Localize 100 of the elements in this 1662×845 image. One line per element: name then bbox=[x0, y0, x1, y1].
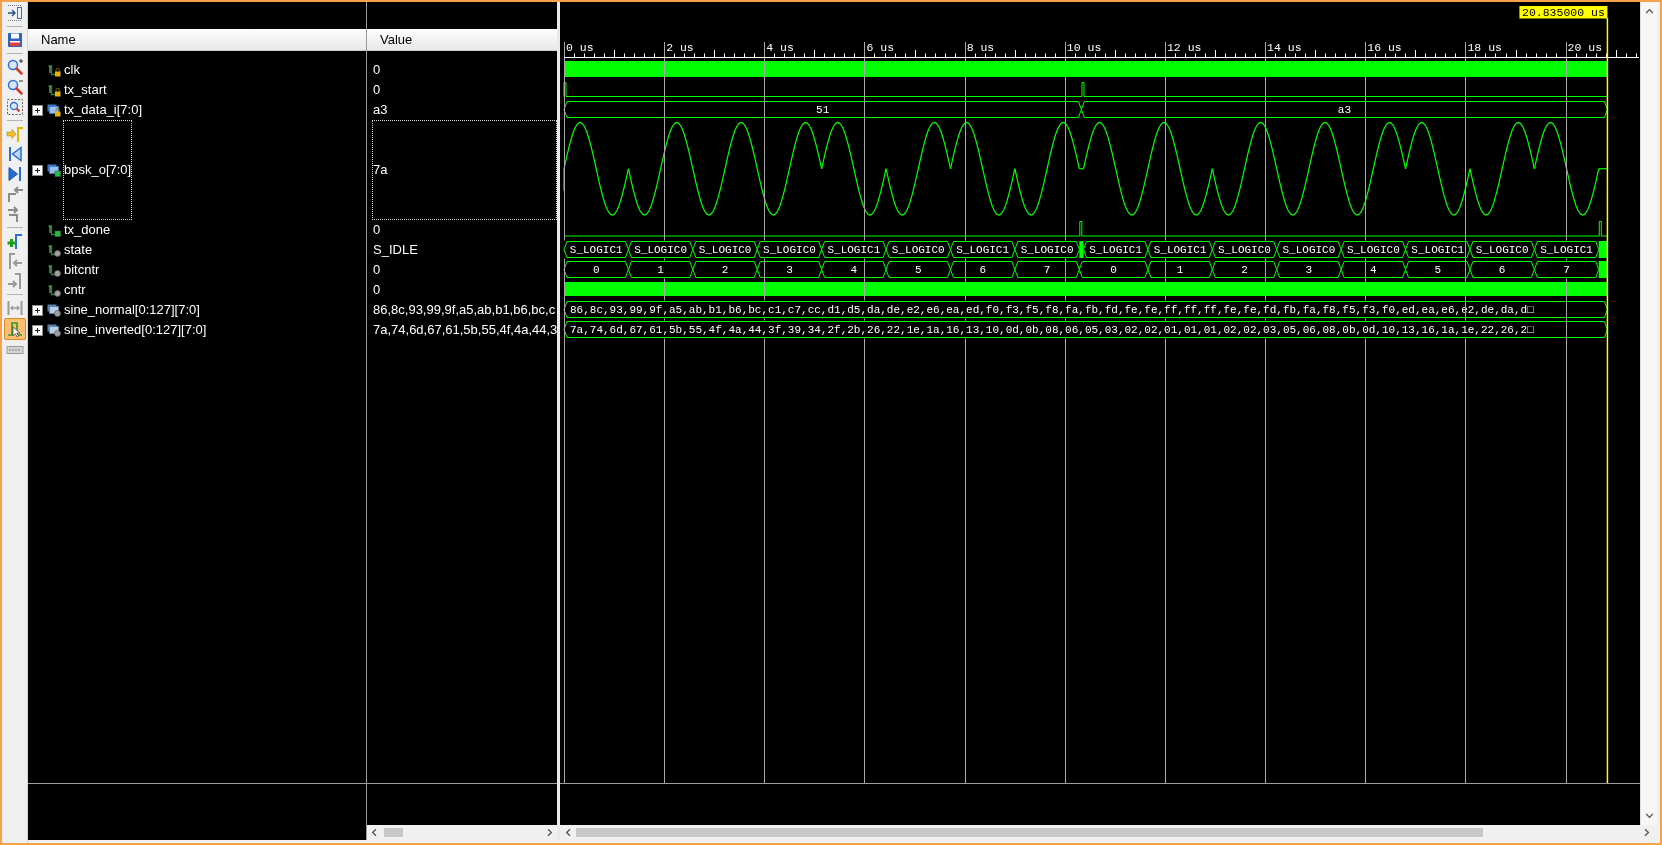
signal-icon bbox=[47, 263, 61, 277]
transition-block bbox=[1598, 241, 1608, 258]
bus-segment: S_LOGIC1 bbox=[950, 241, 1016, 258]
bus-segment: 6 bbox=[1469, 261, 1535, 278]
bus-segment: S_LOGIC0 bbox=[627, 241, 694, 258]
bars-double-arrow-icon[interactable] bbox=[5, 299, 24, 317]
save-icon[interactable] bbox=[5, 31, 24, 49]
signal-icon bbox=[47, 63, 61, 77]
ruler-label: 8 us bbox=[966, 41, 995, 54]
expand-plus-icon[interactable] bbox=[32, 304, 43, 316]
bus-segment: 7 bbox=[1533, 261, 1600, 278]
plus-step-icon[interactable] bbox=[5, 232, 24, 250]
horizontal-scrollbar[interactable] bbox=[367, 825, 557, 840]
toggle-button[interactable] bbox=[3, 318, 26, 340]
transition-block bbox=[1079, 241, 1084, 258]
expand-plus-icon[interactable] bbox=[32, 104, 43, 116]
signal-name[interactable]: clk bbox=[64, 62, 80, 78]
bus-segment: S_LOGIC0 bbox=[885, 241, 951, 258]
chevron-up-icon[interactable] bbox=[1644, 7, 1654, 16]
bus-segment: 3 bbox=[1276, 261, 1342, 278]
ruler-label: 6 us bbox=[866, 41, 895, 54]
signal-name[interactable]: tx_data_i[7:0] bbox=[64, 102, 143, 118]
ruler-label: 2 us bbox=[666, 41, 694, 54]
bus-segment: S_LOGIC0 bbox=[1469, 241, 1535, 258]
expand-plus-icon[interactable] bbox=[32, 164, 43, 176]
bus-segment: S_LOGIC1 bbox=[821, 241, 887, 258]
signal-icon bbox=[47, 283, 61, 297]
bus-segment: S_LOGIC0 bbox=[1340, 241, 1407, 258]
zoom-fit-icon[interactable] bbox=[5, 98, 24, 116]
step-arrow-left-icon[interactable] bbox=[5, 185, 24, 203]
signal-value: 0 bbox=[373, 282, 381, 298]
signal-value: 0 bbox=[373, 262, 381, 278]
bus-segment: 3 bbox=[756, 261, 823, 278]
signal-icon bbox=[47, 103, 61, 117]
bus-segment: S_LOGIC0 bbox=[1014, 241, 1080, 258]
scrollbar-thumb[interactable] bbox=[384, 828, 403, 837]
step-arrow-right-icon[interactable] bbox=[5, 272, 24, 290]
bus-segment: 1 bbox=[627, 261, 694, 278]
bus-segment: 7a,74,6d,67,61,5b,55,4f,4a,44,3f,39,34,2f,2b,26,22,1e,1a,16,13,10,0d,0b,08,06,05,03,02,02,01,01,01,02,02,03,05,06,08,0b,0d,10,13,16,1a,1e,22,26,2□ bbox=[563, 321, 1608, 338]
signal-name[interactable]: tx_done bbox=[64, 222, 111, 238]
bus-segment: 0 bbox=[1078, 261, 1149, 278]
bus-segment: 5 bbox=[1405, 261, 1471, 278]
bus-segment: 1 bbox=[1147, 261, 1213, 278]
signal-icon bbox=[47, 323, 61, 337]
scrollbar-thumb[interactable] bbox=[576, 828, 1483, 837]
expand-plus-icon[interactable] bbox=[32, 324, 43, 336]
bus-segment: 0 bbox=[563, 261, 629, 278]
bus-segment: 4 bbox=[821, 261, 887, 278]
signal-icon bbox=[47, 243, 61, 257]
bus-segment: S_LOGIC0 bbox=[692, 241, 758, 258]
column-header[interactable]: Value bbox=[367, 29, 557, 51]
zoom-out-icon[interactable] bbox=[5, 78, 24, 96]
ruler-label: 4 us bbox=[766, 41, 794, 54]
bus-segment: S_LOGIC1 bbox=[1533, 241, 1600, 258]
cursor-line[interactable] bbox=[1606, 17, 1609, 783]
signal-value: a3 bbox=[373, 102, 388, 118]
step-pointer-icon bbox=[5, 320, 24, 338]
transition-block bbox=[1598, 261, 1608, 278]
signal-value: 0 bbox=[373, 82, 381, 98]
bus-segment: 4 bbox=[1340, 261, 1407, 278]
bus-segment: 51 bbox=[563, 101, 1082, 118]
bus-segment: S_LOGIC1 bbox=[1405, 241, 1471, 258]
vertical-scrollbar[interactable] bbox=[1640, 2, 1657, 825]
bus-segment: S_LOGIC0 bbox=[1276, 241, 1342, 258]
ruler-label: 14 us bbox=[1267, 41, 1302, 54]
signal-name[interactable]: sine_normal[0:127][7:0] bbox=[64, 302, 200, 318]
signal-value: S_IDLE bbox=[373, 242, 418, 258]
zoom-in-icon[interactable] bbox=[5, 58, 24, 76]
ruler-label: 20 us bbox=[1567, 41, 1603, 54]
skip-end-icon[interactable] bbox=[5, 165, 24, 183]
chevron-left-icon[interactable] bbox=[370, 828, 379, 837]
bus-segment: S_LOGIC1 bbox=[1083, 241, 1149, 258]
signal-name[interactable]: cntr bbox=[64, 282, 86, 298]
signal-icon bbox=[47, 163, 61, 177]
ruler-label: 16 us bbox=[1367, 41, 1402, 54]
signal-name[interactable]: bitcntr bbox=[64, 262, 100, 278]
signal-name[interactable]: state bbox=[64, 242, 93, 258]
bus-segment: 7 bbox=[1014, 261, 1080, 278]
cursor-time-label: 20.835000 us bbox=[1519, 6, 1608, 19]
signal-name[interactable]: bpsk_o[7:0] bbox=[64, 162, 132, 178]
signal-name[interactable]: tx_start bbox=[64, 82, 107, 98]
signal-value: 86,8c,93,99,9f,a5,ab,b1,b6,bc,c bbox=[373, 302, 556, 318]
signal-value: 0 bbox=[373, 222, 381, 238]
ruler-label: 0 us bbox=[566, 41, 594, 54]
signal-value: 0 bbox=[373, 62, 381, 78]
column-header[interactable]: Name bbox=[28, 29, 366, 51]
chevron-left-icon[interactable] bbox=[564, 828, 573, 837]
arrow-into-bar-icon[interactable] bbox=[5, 4, 24, 22]
chevron-down-icon[interactable] bbox=[1644, 811, 1654, 820]
splitter-handle[interactable] bbox=[557, 2, 560, 840]
bus-segment: S_LOGIC0 bbox=[1211, 241, 1278, 258]
chevron-right-icon[interactable] bbox=[1642, 828, 1651, 837]
bus-segment: S_LOGIC1 bbox=[563, 241, 629, 258]
ruler-label: 12 us bbox=[1166, 41, 1202, 54]
chevron-right-icon[interactable] bbox=[545, 828, 554, 837]
signal-icon bbox=[47, 223, 61, 237]
signal-icon bbox=[47, 83, 61, 97]
bus-segment: S_LOGIC0 bbox=[756, 241, 823, 258]
signal-value: 7a,74,6d,67,61,5b,55,4f,4a,44,3 bbox=[373, 322, 558, 338]
signal-name[interactable]: sine_inverted[0:127][7:0] bbox=[64, 322, 207, 338]
